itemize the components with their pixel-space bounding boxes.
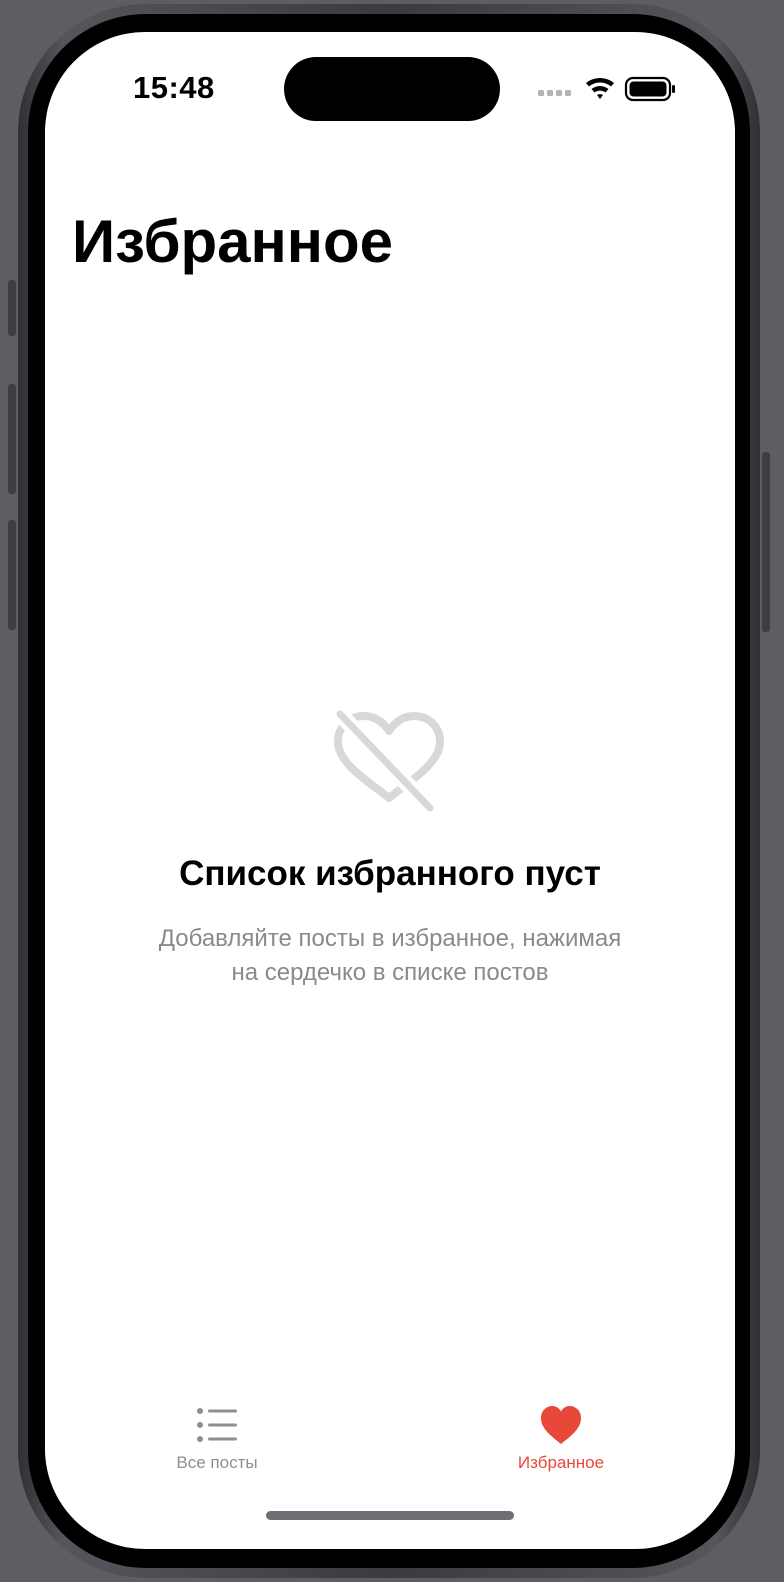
empty-state-title: Список избранного пуст bbox=[179, 854, 601, 893]
home-indicator[interactable] bbox=[266, 1511, 514, 1520]
tab-bar: Все посты Избранное bbox=[45, 1397, 735, 1487]
volume-down-button bbox=[8, 520, 16, 630]
status-icons bbox=[538, 76, 675, 102]
battery-icon bbox=[624, 76, 675, 102]
tab-all-posts[interactable]: Все посты bbox=[117, 1397, 317, 1487]
cellular-signal-icon bbox=[538, 90, 571, 96]
screen: 15:48 Избранное Список избранного пуст Д… bbox=[45, 32, 735, 1549]
wifi-icon bbox=[586, 77, 614, 99]
tab-favorites-label: Избранное bbox=[517, 1453, 605, 1472]
power-button bbox=[762, 452, 770, 632]
dynamic-island bbox=[284, 57, 500, 121]
heart-icon bbox=[541, 1406, 581, 1444]
empty-state-subtitle-line1: Добавляйте посты в избранное, нажимая bbox=[158, 925, 622, 952]
list-icon bbox=[197, 1408, 237, 1442]
page-title: Избранное bbox=[72, 208, 394, 275]
tab-favorites[interactable]: Избранное bbox=[461, 1397, 661, 1487]
volume-up-button bbox=[8, 384, 16, 494]
tab-all-posts-label: Все посты bbox=[176, 1453, 258, 1472]
status-time: 15:48 bbox=[133, 70, 215, 105]
action-button bbox=[8, 280, 16, 336]
heart-slash-icon bbox=[332, 708, 444, 814]
empty-state-subtitle: Добавляйте посты в избранное, нажимая на… bbox=[105, 922, 675, 990]
empty-state-subtitle-line2: на сердечко в списке постов bbox=[231, 959, 549, 986]
